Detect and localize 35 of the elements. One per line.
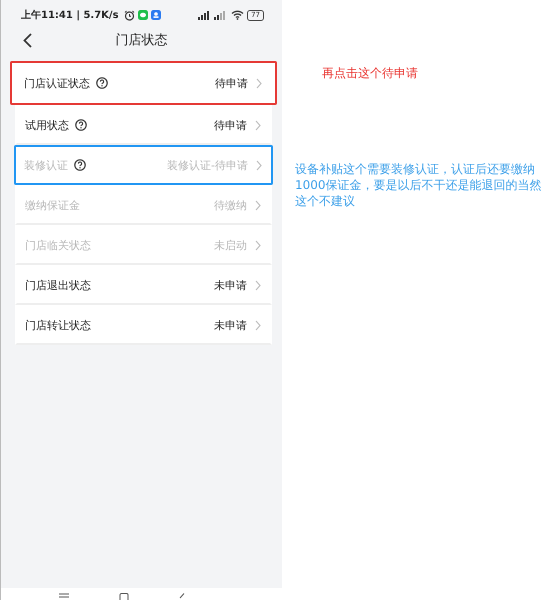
row-value: 待申请 [214,118,247,132]
chevron-right-icon [255,120,261,130]
chevron-right-icon [255,240,261,250]
row-label: 门店退出状态 [25,278,91,292]
row-label: 试用状态 [25,118,69,132]
menu-icon[interactable] [58,593,68,600]
row-label: 门店转让状态 [25,318,91,332]
row-label: 装修认证 [24,158,68,172]
row-value: 待申请 [215,76,248,90]
chevron-right-icon [255,280,261,290]
chevron-right-icon [256,78,262,88]
row-value: 待缴纳 [214,198,247,212]
row-label: 门店临关状态 [25,238,91,252]
annotation-note: 再点击这个待申请 [322,65,419,81]
row-value: 装修认证-待申请 [167,158,248,172]
row-value: 未启动 [214,238,247,252]
chevron-right-icon [255,320,261,330]
chat-app-icon [138,10,148,20]
wifi-icon [231,10,244,20]
back-icon[interactable] [23,33,32,48]
chevron-right-icon [255,200,261,210]
row-label: 缴纳保证金 [25,198,80,212]
help-icon[interactable] [75,119,87,131]
page-title: 门店状态 [116,32,168,49]
row-label: 门店认证状态 [24,76,90,90]
alarm-clock-icon [124,10,135,20]
help-icon[interactable] [96,77,108,89]
status-time: 上午11:41 | 5.7K/s [21,8,119,22]
row-value: 未申请 [214,278,247,292]
annotation-note: 设备补贴这个需要装修认证，认证后还要缴纳1000保证金，要是以后不干还是能退回的当然这个不建议 [295,161,543,209]
chevron-right-icon [256,160,262,170]
help-icon[interactable] [74,159,86,171]
row-value: 未申请 [214,318,247,332]
app-icon [150,10,161,20]
status-row[interactable]: 门店认证状态 待申请 [10,61,277,105]
